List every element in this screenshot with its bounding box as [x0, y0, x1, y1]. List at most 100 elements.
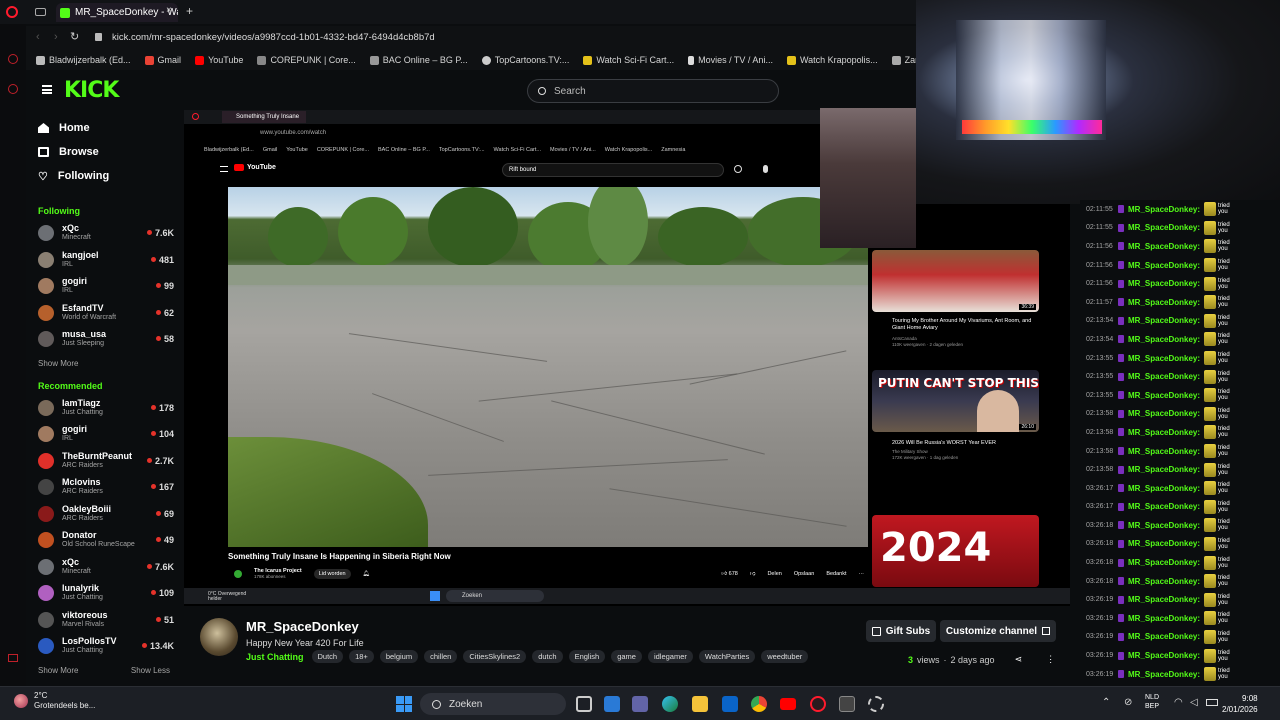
opera-gx-icon[interactable]: [810, 696, 826, 712]
edge-icon[interactable]: [662, 696, 678, 712]
channel-item[interactable]: Mclovins ARC Raiders 167: [28, 474, 180, 501]
chat-username[interactable]: MR_SpaceDonkey:: [1128, 223, 1200, 232]
chat-username[interactable]: MR_SpaceDonkey:: [1128, 261, 1200, 270]
store-icon[interactable]: [604, 696, 620, 712]
chat-username[interactable]: MR_SpaceDonkey:: [1128, 428, 1200, 437]
more-options-icon[interactable]: ⋮: [1046, 654, 1055, 665]
chat-username[interactable]: MR_SpaceDonkey:: [1128, 409, 1200, 418]
chat-username[interactable]: MR_SpaceDonkey:: [1128, 298, 1200, 307]
show-more-recommended[interactable]: Show More: [28, 660, 78, 682]
channel-item[interactable]: xQc Minecraft 7.6K: [28, 554, 180, 581]
bookmark-item[interactable]: Movies / TV / Ani...: [688, 55, 773, 65]
chat-username[interactable]: MR_SpaceDonkey:: [1128, 670, 1200, 679]
opera-sidebar-icon[interactable]: [8, 654, 18, 662]
windows-start-icon[interactable]: [396, 696, 412, 712]
chat-username[interactable]: MR_SpaceDonkey:: [1128, 279, 1200, 288]
avatar[interactable]: [200, 618, 238, 656]
opera-logo-icon[interactable]: [6, 6, 18, 18]
channel-item[interactable]: TheBurntPeanut ARC Raiders 2.7K: [28, 448, 180, 475]
bookmark-item[interactable]: Watch Sci-Fi Cart...: [583, 55, 674, 65]
hamburger-menu-icon[interactable]: [42, 85, 52, 94]
nav-following[interactable]: ♡ Following: [28, 164, 180, 188]
tag-chip[interactable]: dutch: [532, 650, 563, 663]
opera-sidebar-icon[interactable]: [8, 84, 18, 94]
battery-icon[interactable]: [1206, 699, 1218, 706]
customize-channel-button[interactable]: Customize channel: [940, 620, 1056, 642]
gift-subs-button[interactable]: Gift Subs: [866, 620, 936, 642]
browser-tab-active[interactable]: MR_SpaceDonkey - Wa: [56, 3, 178, 22]
share-icon[interactable]: ⋖: [1015, 654, 1023, 665]
tab-close-icon[interactable]: ×: [166, 5, 172, 16]
bookmark-item[interactable]: COREPUNK | Core...: [257, 55, 356, 65]
reload-icon[interactable]: ↻: [70, 30, 79, 43]
nav-home[interactable]: Home: [28, 116, 180, 140]
show-more-following[interactable]: Show More: [28, 353, 180, 375]
chat-username[interactable]: MR_SpaceDonkey:: [1128, 465, 1200, 474]
chat-username[interactable]: MR_SpaceDonkey:: [1128, 372, 1200, 381]
url-field[interactable]: kick.com/mr-spacedonkey/videos/a9987ccd-…: [112, 32, 435, 43]
channel-item[interactable]: gogiri IRL 99: [28, 273, 180, 300]
task-view-icon[interactable]: [576, 696, 592, 712]
chat-username[interactable]: MR_SpaceDonkey:: [1128, 335, 1200, 344]
tag-chip[interactable]: WatchParties: [698, 650, 756, 663]
channel-item[interactable]: Donator Old School RuneScape 49: [28, 527, 180, 554]
tag-chip[interactable]: Dutch: [311, 650, 344, 663]
channel-item[interactable]: OakleyBoiii ARC Raiders 69: [28, 501, 180, 528]
wifi-icon[interactable]: ◠: [1174, 697, 1183, 708]
weather-widget[interactable]: 2°C Grotendeels be...: [34, 691, 95, 711]
tag-chip[interactable]: chillen: [424, 650, 458, 663]
chat-username[interactable]: MR_SpaceDonkey:: [1128, 632, 1200, 641]
search-bar[interactable]: Search: [527, 79, 779, 103]
tag-chip[interactable]: 18+: [349, 650, 374, 663]
channel-item[interactable]: EsfandTV World of Warcraft 62: [28, 300, 180, 327]
chat-username[interactable]: MR_SpaceDonkey:: [1128, 205, 1200, 214]
taskbar-search[interactable]: Zoeken: [420, 693, 566, 715]
chat-username[interactable]: MR_SpaceDonkey:: [1128, 521, 1200, 530]
chat-username[interactable]: MR_SpaceDonkey:: [1128, 614, 1200, 623]
network-icon[interactable]: ⊘: [1124, 697, 1132, 708]
tag-chip[interactable]: English: [568, 650, 606, 663]
chat-username[interactable]: MR_SpaceDonkey:: [1128, 316, 1200, 325]
channel-item[interactable]: xQc Minecraft 7.6K: [28, 220, 180, 247]
tray-chevron-icon[interactable]: ⌃: [1102, 697, 1110, 708]
streamer-name[interactable]: MR_SpaceDonkey: [246, 619, 359, 634]
youtube-app-icon[interactable]: [780, 698, 796, 710]
channel-item[interactable]: viktoreous Marvel Rivals 51: [28, 607, 180, 634]
chrome-icon[interactable]: [751, 696, 767, 712]
teams-icon[interactable]: [632, 696, 648, 712]
volume-icon[interactable]: ◁: [1190, 697, 1198, 708]
bookmark-item[interactable]: Zamnesia: [891, 55, 916, 65]
show-less-recommended[interactable]: Show Less: [121, 660, 170, 682]
chat-username[interactable]: MR_SpaceDonkey:: [1128, 354, 1200, 363]
chat-username[interactable]: MR_SpaceDonkey:: [1128, 558, 1200, 567]
channel-item[interactable]: IamTiagz Just Chatting 178: [28, 395, 180, 422]
bookmark-item[interactable]: Watch Krapopolis...: [786, 55, 878, 65]
bookmark-item[interactable]: YouTube: [195, 55, 243, 65]
channel-item[interactable]: LosPollosTV Just Chatting 13.4K: [28, 633, 180, 660]
file-explorer-icon[interactable]: [692, 696, 708, 712]
category-link[interactable]: Just Chatting: [246, 652, 304, 662]
back-icon[interactable]: ‹: [36, 31, 40, 43]
new-tab-icon[interactable]: +: [186, 4, 193, 18]
tag-chip[interactable]: belgium: [379, 650, 419, 663]
chat-username[interactable]: MR_SpaceDonkey:: [1128, 447, 1200, 456]
tag-chip[interactable]: idlegamer: [647, 650, 693, 663]
taskbar-clock[interactable]: 9:08 2/01/2026: [1222, 693, 1258, 715]
forward-icon[interactable]: ›: [54, 31, 58, 43]
channel-item[interactable]: lunalyrik Just Chatting 109: [28, 580, 180, 607]
tag-chip[interactable]: game: [611, 650, 642, 663]
channel-item[interactable]: musa_usa Just Sleeping 58: [28, 326, 180, 353]
bookmark-item[interactable]: Bladwijzerbalk (Ed...: [36, 55, 131, 65]
chat-username[interactable]: MR_SpaceDonkey:: [1128, 595, 1200, 604]
chat-username[interactable]: MR_SpaceDonkey:: [1128, 242, 1200, 251]
bookmark-item[interactable]: TopCartoons.TV:...: [481, 55, 569, 65]
chat-username[interactable]: MR_SpaceDonkey:: [1128, 484, 1200, 493]
nav-browse[interactable]: Browse: [28, 140, 180, 164]
chat-username[interactable]: MR_SpaceDonkey:: [1128, 391, 1200, 400]
tab-menu-icon[interactable]: [35, 8, 46, 16]
weather-icon[interactable]: [14, 694, 28, 708]
channel-item[interactable]: gogiri IRL 104: [28, 421, 180, 448]
tag-chip[interactable]: CitiesSkylines2: [463, 650, 527, 663]
language-indicator[interactable]: NLD BEP: [1145, 693, 1159, 711]
channel-item[interactable]: kangjoel IRL 481: [28, 247, 180, 274]
